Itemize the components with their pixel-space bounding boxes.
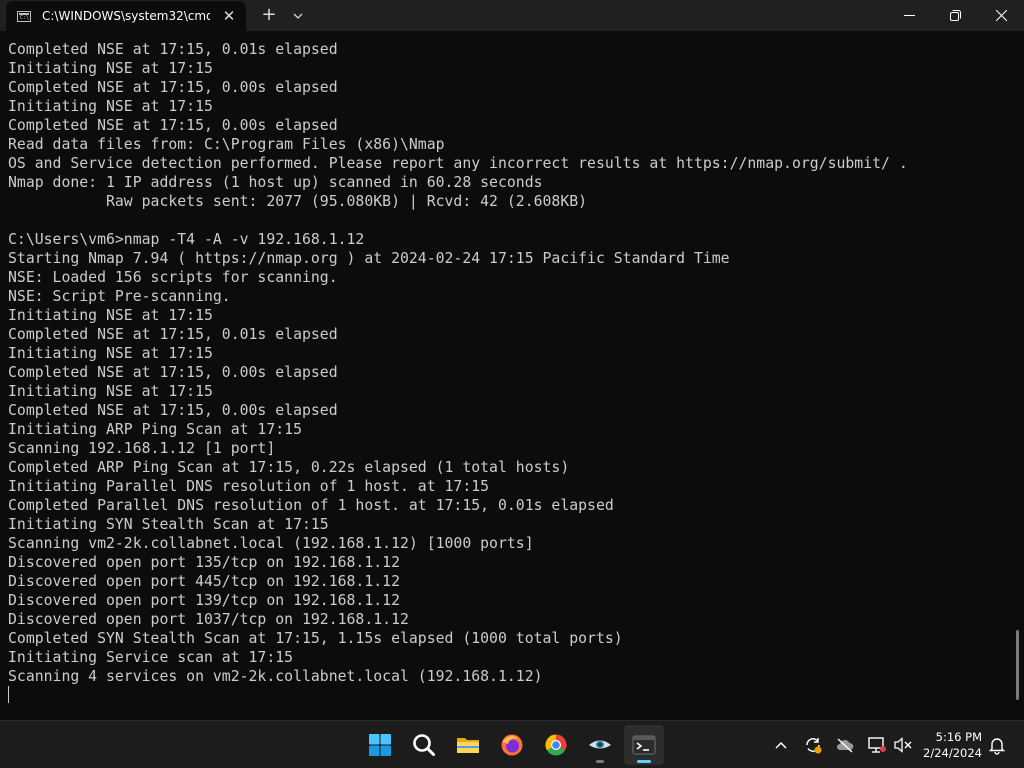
terminal-line: C:\Users\vm6>nmap -T4 -A -v 192.168.1.12	[8, 231, 365, 248]
text-cursor	[8, 686, 9, 703]
firefox-icon	[501, 734, 523, 756]
running-indicator	[596, 760, 604, 763]
clock[interactable]: 5:16 PM 2/24/2024	[920, 729, 982, 761]
terminal-line: Discovered open port 1037/tcp on 192.168…	[8, 611, 409, 628]
eye-app-icon	[589, 740, 611, 749]
tab-dropdown-button[interactable]	[289, 6, 307, 26]
terminal-line: Completed NSE at 17:15, 0.01s elapsed	[8, 41, 338, 58]
terminal-line: Initiating NSE at 17:15	[8, 345, 213, 362]
clock-date: 2/24/2024	[923, 746, 982, 760]
terminal-line: Completed Parallel DNS resolution of 1 h…	[8, 497, 614, 514]
network-tray-button[interactable]	[865, 733, 889, 757]
restore-button[interactable]	[932, 0, 978, 31]
taskbar: 5:16 PM 2/24/2024	[0, 720, 1024, 768]
terminal-line: Completed NSE at 17:15, 0.00s elapsed	[8, 117, 338, 134]
terminal-line: Scanning vm2-2k.collabnet.local (192.168…	[8, 535, 534, 552]
terminal-line: Initiating NSE at 17:15	[8, 383, 213, 400]
terminal-line: Completed ARP Ping Scan at 17:15, 0.22s …	[8, 459, 570, 476]
cmd-icon: C:\	[17, 10, 31, 22]
terminal-line: Initiating Parallel DNS resolution of 1 …	[8, 478, 490, 495]
file-explorer-button[interactable]	[448, 725, 488, 765]
close-icon	[996, 10, 1007, 21]
tab-title: C:\WINDOWS\system32\cmd.	[42, 9, 210, 23]
close-window-button[interactable]	[978, 0, 1024, 31]
terminal-line: Initiating SYN Stealth Scan at 17:15	[8, 516, 329, 533]
terminal-line: Completed SYN Stealth Scan at 17:15, 1.1…	[8, 630, 623, 647]
minimize-button[interactable]	[886, 0, 932, 31]
file-explorer-icon	[457, 738, 479, 753]
terminal-line: Initiating NSE at 17:15	[8, 98, 213, 115]
search-button[interactable]	[404, 725, 444, 765]
terminal-line: Initiating Service scan at 17:15	[8, 649, 294, 666]
terminal-line: Initiating ARP Ping Scan at 17:15	[8, 421, 302, 438]
terminal-line: Raw packets sent: 2077 (95.080KB) | Rcvd…	[8, 193, 588, 210]
active-indicator	[637, 760, 651, 763]
terminal-line: Discovered open port 135/tcp on 192.168.…	[8, 554, 400, 571]
terminal-line: Completed NSE at 17:15, 0.00s elapsed	[8, 364, 338, 381]
tab-cmd[interactable]: C:\ C:\WINDOWS\system32\cmd. ✕	[6, 1, 246, 31]
start-button[interactable]	[360, 725, 400, 765]
minimize-icon	[904, 15, 915, 16]
volume-tray-button[interactable]	[891, 733, 915, 757]
notifications-button[interactable]	[985, 733, 1009, 757]
onedrive-tray-button[interactable]	[833, 733, 857, 757]
show-hidden-icons-button[interactable]	[769, 733, 793, 757]
terminal-line: Starting Nmap 7.94 ( https://nmap.org ) …	[8, 250, 730, 267]
terminal-button[interactable]	[624, 725, 664, 765]
terminal-line: Nmap done: 1 IP address (1 host up) scan…	[8, 174, 543, 191]
terminal-line: Read data files from: C:\Program Files (…	[8, 136, 445, 153]
clock-time: 5:16 PM	[935, 730, 982, 744]
terminal-line: Discovered open port 445/tcp on 192.168.…	[8, 573, 400, 590]
title-bar: C:\ C:\WINDOWS\system32\cmd. ✕ +	[0, 0, 1024, 31]
terminal-line: NSE: Loaded 156 scripts for scanning.	[8, 269, 338, 286]
firefox-button[interactable]	[492, 725, 532, 765]
terminal-line: Completed NSE at 17:15, 0.01s elapsed	[8, 326, 338, 343]
terminal-line: Scanning 192.168.1.12 [1 port]	[8, 440, 276, 457]
terminal-line: Completed NSE at 17:15, 0.00s elapsed	[8, 402, 338, 419]
chrome-button[interactable]	[536, 725, 576, 765]
cloud-offline-icon	[837, 738, 854, 753]
terminal-line: Completed NSE at 17:15, 0.00s elapsed	[8, 79, 338, 96]
network-icon	[868, 737, 886, 753]
terminal-line: NSE: Script Pre-scanning.	[8, 288, 231, 305]
terminal-output[interactable]: Completed NSE at 17:15, 0.01s elapsed Ini…	[8, 40, 1008, 710]
terminal-line: Initiating NSE at 17:15	[8, 307, 213, 324]
scrollbar-thumb[interactable]	[1016, 630, 1019, 700]
restore-icon	[950, 10, 961, 21]
volume-muted-icon	[894, 737, 912, 753]
terminal-line: Discovered open port 139/tcp on 192.168.…	[8, 592, 400, 609]
search-icon	[413, 734, 435, 756]
chevron-down-icon	[293, 13, 303, 19]
new-tab-button[interactable]: +	[259, 6, 279, 26]
chevron-up-icon	[775, 741, 787, 749]
sync-tray-button[interactable]	[801, 733, 825, 757]
tab-close-button[interactable]: ✕	[221, 8, 237, 24]
notification-bell-icon	[988, 738, 1006, 755]
eye-app-button[interactable]	[580, 725, 620, 765]
terminal-line: Scanning 4 services on vm2-2k.collabnet.…	[8, 668, 543, 685]
sync-icon	[806, 738, 822, 754]
terminal-line: OS and Service detection performed. Plea…	[8, 155, 908, 172]
terminal-icon	[632, 735, 656, 755]
chrome-icon	[545, 734, 567, 756]
start-icon	[369, 734, 391, 756]
terminal-line: Initiating NSE at 17:15	[8, 60, 213, 77]
